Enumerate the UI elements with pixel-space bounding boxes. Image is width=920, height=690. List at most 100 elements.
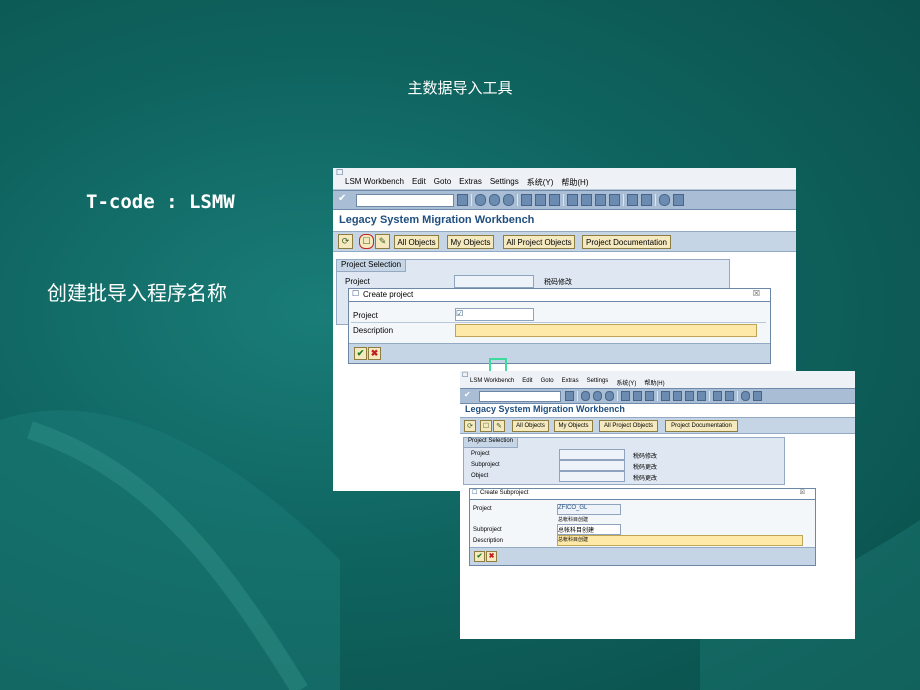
layout-icon-2[interactable] xyxy=(753,391,762,401)
menu-system[interactable]: 系统(Y) xyxy=(527,177,554,188)
menu2-lsm-workbench[interactable]: LSM Workbench xyxy=(470,378,514,387)
find-icon[interactable] xyxy=(535,194,546,206)
menu-extras[interactable]: Extras xyxy=(459,177,482,188)
project-label: Project xyxy=(345,277,370,286)
command-field[interactable] xyxy=(356,194,454,207)
menu-settings[interactable]: Settings xyxy=(490,177,519,188)
menu2-help[interactable]: 帮助(H) xyxy=(644,378,664,387)
dialog-footer-2: ✔ ✖ xyxy=(470,547,815,565)
layout-icon[interactable] xyxy=(673,194,684,206)
enter-icon[interactable]: ✔ xyxy=(338,193,346,204)
next-page-icon[interactable] xyxy=(595,194,606,206)
help-icon[interactable] xyxy=(659,194,670,206)
menu2-system[interactable]: 系统(Y) xyxy=(616,378,636,387)
last-page-icon-2[interactable] xyxy=(697,391,706,401)
all-objects-button[interactable]: All Objects xyxy=(394,235,439,249)
enter-icon-2[interactable]: ✔ xyxy=(464,390,471,399)
last-page-icon[interactable] xyxy=(609,194,620,206)
dlg-description-input[interactable] xyxy=(455,324,757,337)
print-icon[interactable] xyxy=(521,194,532,206)
close-icon[interactable]: ☒ xyxy=(753,289,760,298)
dlg-description-label: Description xyxy=(353,326,394,335)
project-hint: 税码修改 xyxy=(544,279,572,286)
sub-subproject-input[interactable]: 总帐科目创建 xyxy=(557,524,621,535)
object-input-2[interactable] xyxy=(559,471,625,482)
shortcut-icon[interactable] xyxy=(641,194,652,206)
dialog-icon: ☐ xyxy=(352,289,360,298)
menu-bar: ☐ LSM Workbench Edit Goto Extras Setting… xyxy=(333,168,796,190)
help-icon-2[interactable] xyxy=(741,391,750,401)
all-project-objects-button-2[interactable]: All Project Objects xyxy=(599,420,658,432)
frame-title-2: Project Selection xyxy=(464,438,519,448)
find-icon-2[interactable] xyxy=(633,391,642,401)
confirm-icon-2[interactable]: ✔ xyxy=(474,551,485,562)
execute-icon-2[interactable]: ⟳ xyxy=(464,420,476,432)
find-next-icon[interactable] xyxy=(549,194,560,206)
exit-icon[interactable] xyxy=(489,194,500,206)
menu2-edit[interactable]: Edit xyxy=(522,378,532,387)
dialog-icon-2: ☐ xyxy=(472,490,478,496)
dialog-title: Create project xyxy=(363,290,414,299)
window-icon: ☐ xyxy=(336,168,344,177)
sub-description-input[interactable]: 总帐科目创建 xyxy=(557,535,803,546)
cancel-icon[interactable] xyxy=(503,194,514,206)
dialog-titlebar: ☐ Create project ☒ xyxy=(349,289,770,302)
project-input-2[interactable] xyxy=(559,449,625,460)
menu-edit[interactable]: Edit xyxy=(412,177,426,188)
close-icon-2[interactable]: ☒ xyxy=(800,489,805,496)
project-documentation-button-2[interactable]: Project Documentation xyxy=(665,420,738,432)
execute-icon[interactable]: ⟳ xyxy=(338,234,353,249)
menu2-goto[interactable]: Goto xyxy=(541,378,554,387)
new-session-icon[interactable] xyxy=(627,194,638,206)
standard-toolbar-2: ✔ xyxy=(460,388,855,404)
print-icon-2[interactable] xyxy=(621,391,630,401)
next-page-icon-2[interactable] xyxy=(685,391,694,401)
my-objects-button[interactable]: My Objects xyxy=(447,235,494,249)
prev-page-icon[interactable] xyxy=(581,194,592,206)
command-field-2[interactable] xyxy=(479,391,561,402)
my-objects-button-2[interactable]: My Objects xyxy=(554,420,593,432)
change-icon[interactable]: ✎ xyxy=(375,234,390,249)
save-icon[interactable] xyxy=(457,194,468,206)
all-objects-button-2[interactable]: All Objects xyxy=(512,420,549,432)
confirm-icon[interactable]: ✔ xyxy=(354,347,367,360)
sub-description-label: Description xyxy=(473,538,504,544)
dlg-project-input[interactable]: ☑ xyxy=(455,308,534,321)
cancel-x-icon-2[interactable]: ✖ xyxy=(486,551,497,562)
menu-lsm-workbench[interactable]: LSM Workbench xyxy=(345,177,404,188)
toolbar-icons-2 xyxy=(565,391,765,401)
app-title: Legacy System Migration Workbench xyxy=(339,214,535,226)
back-icon-2[interactable] xyxy=(581,391,590,401)
application-toolbar: ⟳ ☐ ✎ All Objects My Objects All Project… xyxy=(333,231,796,252)
menu2-extras[interactable]: Extras xyxy=(562,378,579,387)
find-next-icon-2[interactable] xyxy=(645,391,654,401)
sub-project-input[interactable]: ZFICO_GL xyxy=(557,504,621,515)
project-input[interactable] xyxy=(454,275,534,288)
dialog-titlebar-2: ☐ Create Subproject ☒ xyxy=(470,489,815,500)
slide-title: 主数据导入工具 xyxy=(407,79,513,97)
dialog-footer: ✔ ✖ xyxy=(349,343,770,363)
save-icon-2[interactable] xyxy=(565,391,574,401)
project-documentation-button[interactable]: Project Documentation xyxy=(582,235,671,249)
first-page-icon-2[interactable] xyxy=(661,391,670,401)
shortcut-icon-2[interactable] xyxy=(725,391,734,401)
menu2-settings[interactable]: Settings xyxy=(587,378,609,387)
app-title-2: Legacy System Migration Workbench xyxy=(465,404,625,414)
exit-icon-2[interactable] xyxy=(593,391,602,401)
cancel-icon-2[interactable] xyxy=(605,391,614,401)
new-session-icon-2[interactable] xyxy=(713,391,722,401)
first-page-icon[interactable] xyxy=(567,194,578,206)
sub-subproject-label: Subproject xyxy=(473,527,502,533)
menu-goto[interactable]: Goto xyxy=(434,177,451,188)
menu-help[interactable]: 帮助(H) xyxy=(561,177,588,188)
change-icon-2[interactable]: ✎ xyxy=(493,420,505,432)
create-icon[interactable]: ☐ xyxy=(359,234,374,249)
cancel-x-icon[interactable]: ✖ xyxy=(368,347,381,360)
create-icon-2[interactable]: ☐ xyxy=(480,420,492,432)
standard-toolbar: ✔ xyxy=(333,190,796,210)
subproject-input-2[interactable] xyxy=(559,460,625,471)
back-icon[interactable] xyxy=(475,194,486,206)
row-divider xyxy=(351,322,766,323)
all-project-objects-button[interactable]: All Project Objects xyxy=(503,235,575,249)
prev-page-icon-2[interactable] xyxy=(673,391,682,401)
